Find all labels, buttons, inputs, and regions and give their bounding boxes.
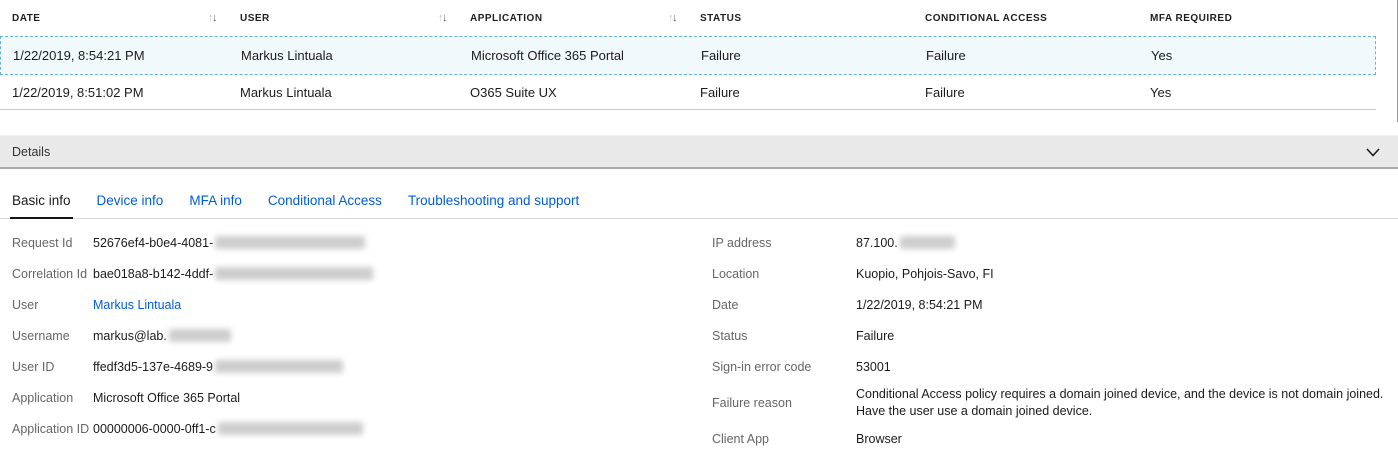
column-header-label: CONDITIONAL ACCESS — [925, 12, 1048, 24]
details-bar[interactable]: Details — [0, 135, 1398, 169]
field-request-id: Request Id 52676ef4-b0e4-4081- — [12, 227, 712, 258]
field-value: 87.100. — [856, 235, 955, 250]
cell-mfa-required: Yes — [1151, 48, 1173, 63]
field-label: Username — [12, 328, 70, 343]
field-ip-address: IP address 87.100. — [712, 227, 1398, 258]
user-link[interactable]: Markus Lintuala — [93, 298, 181, 312]
basic-info-panel: Request Id 52676ef4-b0e4-4081- Correlati… — [0, 219, 1398, 455]
cell-status: Failure — [700, 84, 740, 100]
signin-logs-panel: DATE ↑↓ USER ↑↓ APPLICATION ↑↓ STATUS CO… — [0, 0, 1398, 459]
cell-conditional-access: Failure — [926, 48, 966, 63]
column-header-conditional-access[interactable]: CONDITIONAL ACCESS — [913, 0, 1138, 36]
signin-row-selected[interactable]: 1/22/2019, 8:54:21 PM Markus Lintuala Mi… — [0, 36, 1376, 75]
redacted-value — [215, 266, 374, 280]
field-label: User ID — [12, 359, 55, 374]
field-value: 52676ef4-b0e4-4081- — [93, 235, 366, 250]
field-label: Client App — [712, 432, 769, 447]
field-location: Location Kuopio, Pohjois-Savo, FI — [712, 258, 1398, 289]
cell-status: Failure — [701, 48, 741, 63]
field-label: User — [12, 297, 39, 312]
table-header-row: DATE ↑↓ USER ↑↓ APPLICATION ↑↓ STATUS CO… — [0, 0, 1397, 36]
column-header-date[interactable]: DATE ↑↓ — [0, 0, 228, 36]
redacted-value — [215, 359, 344, 373]
column-header-label: MFA REQUIRED — [1150, 12, 1233, 24]
cell-date: 1/22/2019, 8:54:21 PM — [13, 48, 145, 63]
field-value: 1/22/2019, 8:54:21 PM — [856, 297, 983, 312]
field-value: ffedf3d5-137e-4689-9 — [93, 359, 344, 374]
chevron-down-icon[interactable] — [1364, 143, 1382, 161]
basic-info-right-column: IP address 87.100. Location Kuopio, Pohj… — [712, 227, 1398, 455]
field-status: Status Failure — [712, 320, 1398, 351]
field-label: Failure reason — [712, 395, 792, 410]
field-label: Status — [712, 328, 748, 343]
column-header-status[interactable]: STATUS — [688, 0, 913, 36]
sort-icon: ↑↓ — [208, 11, 218, 24]
field-value: markus@lab. — [93, 328, 231, 343]
field-label: Application — [12, 390, 74, 405]
field-user: User Markus Lintuala — [12, 289, 712, 320]
basic-info-left-column: Request Id 52676ef4-b0e4-4081- Correlati… — [12, 227, 712, 455]
field-label: Correlation Id — [12, 266, 88, 281]
column-header-application[interactable]: APPLICATION ↑↓ — [458, 0, 688, 36]
field-label: Sign-in error code — [712, 359, 812, 374]
redacted-value — [217, 421, 363, 435]
details-tab-bar: Basic info Device info MFA info Conditio… — [0, 185, 1398, 219]
field-value: 53001 — [856, 359, 891, 374]
cell-conditional-access: Failure — [925, 84, 965, 100]
signin-events-table: DATE ↑↓ USER ↑↓ APPLICATION ↑↓ STATUS CO… — [0, 0, 1398, 122]
field-value: Kuopio, Pohjois-Savo, FI — [856, 266, 994, 281]
field-label: Application ID — [12, 421, 90, 436]
tab-mfa-info[interactable]: MFA info — [187, 185, 244, 218]
field-username: Username markus@lab. — [12, 320, 712, 351]
cell-user: Markus Lintuala — [240, 84, 332, 100]
field-application-id: Application ID 00000006-0000-0ff1-c — [12, 413, 712, 444]
cell-mfa-required: Yes — [1150, 84, 1172, 100]
field-client-app: Client App Browser — [712, 424, 1398, 455]
tab-basic-info[interactable]: Basic info — [10, 185, 73, 219]
field-value: Microsoft Office 365 Portal — [93, 390, 241, 405]
redacted-value — [899, 235, 955, 249]
column-header-user[interactable]: USER ↑↓ — [228, 0, 458, 36]
field-label: Location — [712, 266, 760, 281]
field-value: bae018a8-b142-4ddf- — [93, 266, 374, 281]
tab-device-info[interactable]: Device info — [95, 185, 166, 218]
signin-row[interactable]: 1/22/2019, 8:51:02 PM Markus Lintuala O3… — [0, 75, 1376, 110]
field-failure-reason: Failure reason Conditional Access policy… — [712, 382, 1398, 424]
sort-icon: ↑↓ — [438, 11, 448, 24]
cell-date: 1/22/2019, 8:51:02 PM — [12, 84, 144, 100]
sort-icon: ↑↓ — [668, 11, 678, 24]
field-value: Failure — [856, 328, 895, 343]
field-label: Request Id — [12, 235, 73, 250]
column-header-label: USER — [240, 12, 270, 24]
field-label: Date — [712, 297, 739, 312]
tab-troubleshooting-support[interactable]: Troubleshooting and support — [406, 185, 581, 218]
column-header-label: APPLICATION — [470, 12, 543, 24]
field-label: IP address — [712, 235, 772, 250]
field-date: Date 1/22/2019, 8:54:21 PM — [712, 289, 1398, 320]
redacted-value — [168, 328, 231, 342]
field-application: Application Microsoft Office 365 Portal — [12, 382, 712, 413]
cell-application: Microsoft Office 365 Portal — [471, 48, 624, 63]
column-header-mfa-required[interactable]: MFA REQUIRED — [1138, 0, 1397, 36]
field-correlation-id: Correlation Id bae018a8-b142-4ddf- — [12, 258, 712, 289]
redacted-value — [215, 235, 366, 249]
cell-user: Markus Lintuala — [241, 48, 333, 63]
tab-conditional-access[interactable]: Conditional Access — [266, 185, 384, 218]
field-signin-error-code: Sign-in error code 53001 — [712, 351, 1398, 382]
field-user-id: User ID ffedf3d5-137e-4689-9 — [12, 351, 712, 382]
field-value: 00000006-0000-0ff1-c — [93, 421, 363, 436]
column-header-label: DATE — [12, 12, 41, 24]
field-value: Browser — [856, 432, 902, 447]
details-bar-label: Details — [12, 144, 51, 159]
column-header-label: STATUS — [700, 12, 742, 24]
cell-application: O365 Suite UX — [470, 84, 557, 100]
field-value: Conditional Access policy requires a dom… — [856, 387, 1384, 418]
